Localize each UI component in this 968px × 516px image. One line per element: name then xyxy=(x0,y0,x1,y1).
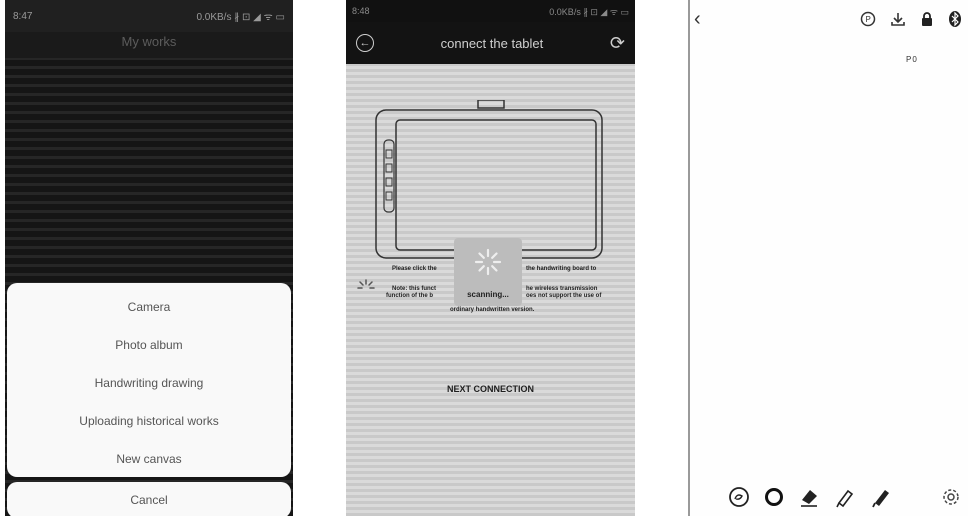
note-text-right-2: oes not support the use of xyxy=(526,293,602,299)
eraser-icon[interactable] xyxy=(798,486,820,508)
photo-album-option[interactable]: Photo album xyxy=(7,326,291,364)
connect-tablet-screen: 8:48 0.0KB/s ∦ ⊡ ◢ ᯤ ▭ ← connect the tab… xyxy=(346,0,635,516)
bluetooth-icon[interactable] xyxy=(948,10,962,28)
handwriting-drawing-option[interactable]: Handwriting drawing xyxy=(7,364,291,402)
top-toolbar: ‹ P xyxy=(694,6,962,32)
page-indicator: P0 xyxy=(906,55,918,64)
status-indicators: 0.0KB/s ∦ ⊡ ◢ ᯤ ▭ xyxy=(196,12,285,23)
circle-brush-icon[interactable] xyxy=(764,487,784,507)
instruction-text-right: the handwriting board to xyxy=(526,266,597,272)
cancel-button[interactable]: Cancel xyxy=(7,482,291,516)
header-bar: ← connect the tablet ⟳ xyxy=(346,22,635,64)
marker-icon[interactable] xyxy=(834,486,856,508)
drawing-canvas-screen: ‹ P P0 xyxy=(688,0,968,516)
status-bar: 8:48 0.0KB/s ∦ ⊡ ◢ ᯤ ▭ xyxy=(346,0,635,22)
pen-icon[interactable] xyxy=(870,486,892,508)
screen-edge xyxy=(688,0,690,516)
instruction-text-left: Please click the xyxy=(392,266,437,272)
status-indicators: 0.0KB/s ∦ ⊡ ◢ ᯤ ▭ xyxy=(549,6,629,17)
status-time: 8:47 xyxy=(13,10,33,22)
back-arrow-icon[interactable]: ← xyxy=(356,34,374,52)
loading-spinner-icon xyxy=(474,248,502,276)
back-chevron-icon[interactable]: ‹ xyxy=(694,8,718,31)
play-circle-icon[interactable]: P xyxy=(860,11,876,27)
next-connection-button[interactable]: NEXT CONNECTION xyxy=(346,384,635,394)
status-bar: 8:47 0.0KB/s ∦ ⊡ ◢ ᯤ ▭ xyxy=(5,0,293,32)
note-text-right-1: he wireless transmission xyxy=(526,286,598,292)
action-sheet: Camera Photo album Handwriting drawing U… xyxy=(7,283,291,477)
note-text-left-1: Note: this funct xyxy=(392,286,436,292)
page-title: connect the tablet xyxy=(440,35,544,51)
note-text-bottom: ordinary handwritten version. xyxy=(450,307,535,313)
scanning-dialog: scanning... xyxy=(454,238,522,306)
tablet-illustration xyxy=(375,100,603,259)
note-text-left-2: function of the b xyxy=(386,293,433,299)
new-canvas-option[interactable]: New canvas xyxy=(7,440,291,478)
lasso-icon[interactable] xyxy=(728,486,750,508)
lock-icon[interactable] xyxy=(920,11,934,27)
page-title: My works xyxy=(121,34,177,49)
download-icon[interactable] xyxy=(890,11,906,27)
settings-gear-icon[interactable] xyxy=(941,487,961,507)
scanning-label: scanning... xyxy=(467,290,509,299)
camera-option[interactable]: Camera xyxy=(7,288,291,326)
action-sheet-screen: 8:47 0.0KB/s ∦ ⊡ ◢ ᯤ ▭ My works Camera P… xyxy=(5,0,293,516)
svg-text:P: P xyxy=(866,15,871,24)
upload-historical-works-option[interactable]: Uploading historical works xyxy=(7,402,291,440)
small-spinner-icon xyxy=(357,279,375,289)
top-icon-group: P xyxy=(860,10,962,28)
refresh-icon[interactable]: ⟳ xyxy=(610,33,625,54)
status-time: 8:48 xyxy=(352,6,370,16)
drawing-tools xyxy=(728,486,892,508)
